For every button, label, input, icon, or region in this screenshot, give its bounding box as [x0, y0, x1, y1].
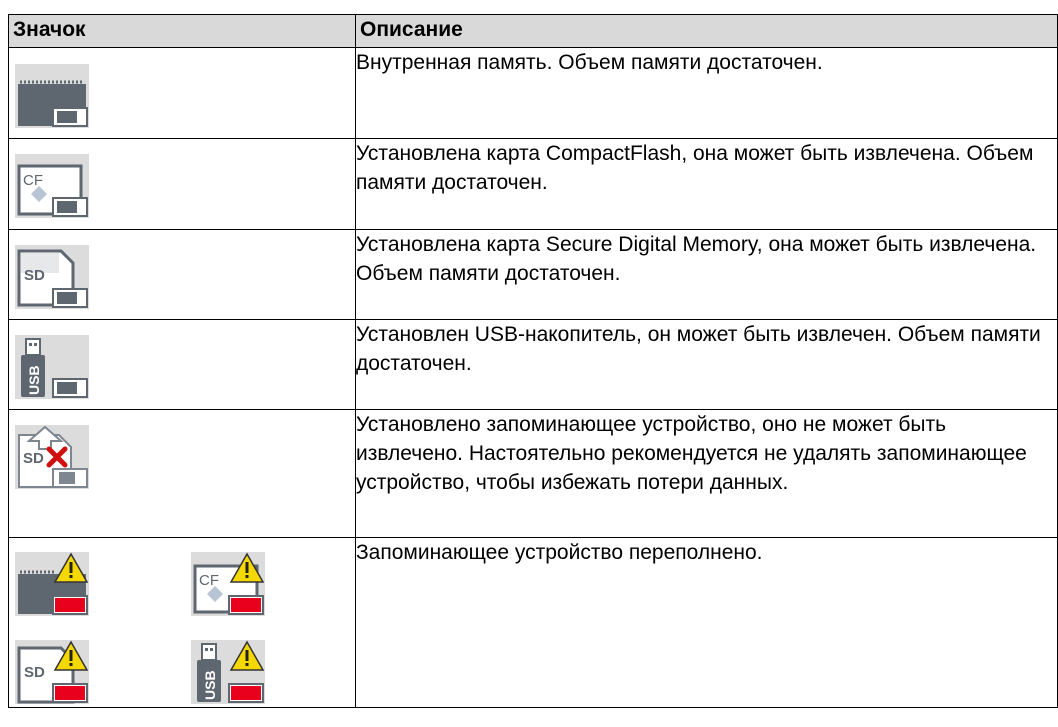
header-description: Описание [355, 14, 1058, 48]
icon-label: CF [199, 572, 219, 589]
table-row: Внутренная память. Объем памяти достаточ… [8, 47, 1058, 139]
internal-memory-icon [15, 64, 89, 128]
description-cell: Установлен USB-накопитель, он может быть… [355, 319, 1058, 410]
table-row: CF Установлена карта CompactFlash, она м… [8, 138, 1058, 230]
compactflash-full-icon: CF [191, 552, 265, 616]
description-cell: Установлена карта Secure Digital Memory,… [355, 229, 1058, 320]
table-header-row: Значок Описание [8, 14, 1058, 48]
description-cell: Установлено запоминающее устройство, оно… [355, 409, 1058, 538]
compactflash-card-icon: CF [15, 154, 89, 218]
table-row: USB Установлен USB-накопитель, он может … [8, 319, 1058, 410]
table-row: CF SD USB Запоминающее устройство перепо… [8, 537, 1058, 708]
internal-memory-full-icon [15, 552, 89, 616]
usb-stick-full-icon: USB [191, 640, 265, 704]
icon-label: USB [202, 670, 218, 700]
icon-label: SD [24, 664, 45, 681]
icon-cell [8, 47, 356, 139]
description-cell: Запоминающее устройство переполнено. [355, 537, 1058, 708]
icon-label: CF [23, 172, 43, 189]
icon-cell: SD [8, 229, 356, 320]
sd-card-icon: SD [15, 245, 89, 309]
icon-cell: CF [8, 138, 356, 230]
storage-icons-table: Значок Описание Внутренная память. Объем… [8, 14, 1058, 708]
icon-cell: CF SD USB [8, 537, 356, 708]
icon-label: SD [23, 450, 44, 467]
header-icon: Значок [8, 14, 356, 48]
icon-label: SD [24, 267, 45, 284]
description-cell: Внутренная память. Объем памяти достаточ… [355, 47, 1058, 139]
icon-cell: USB [8, 319, 356, 410]
icon-cell: SD [8, 409, 356, 538]
sd-card-full-icon: SD [15, 640, 89, 704]
table-row: SD Установлена карта Secure Digital Memo… [8, 229, 1058, 320]
usb-stick-icon: USB [15, 335, 89, 399]
table-row: SD Установлено запоминающее устройство, … [8, 409, 1058, 538]
icon-label: USB [26, 365, 42, 395]
description-cell: Установлена карта CompactFlash, она може… [355, 138, 1058, 230]
sd-card-not-removable-icon: SD [15, 425, 89, 489]
